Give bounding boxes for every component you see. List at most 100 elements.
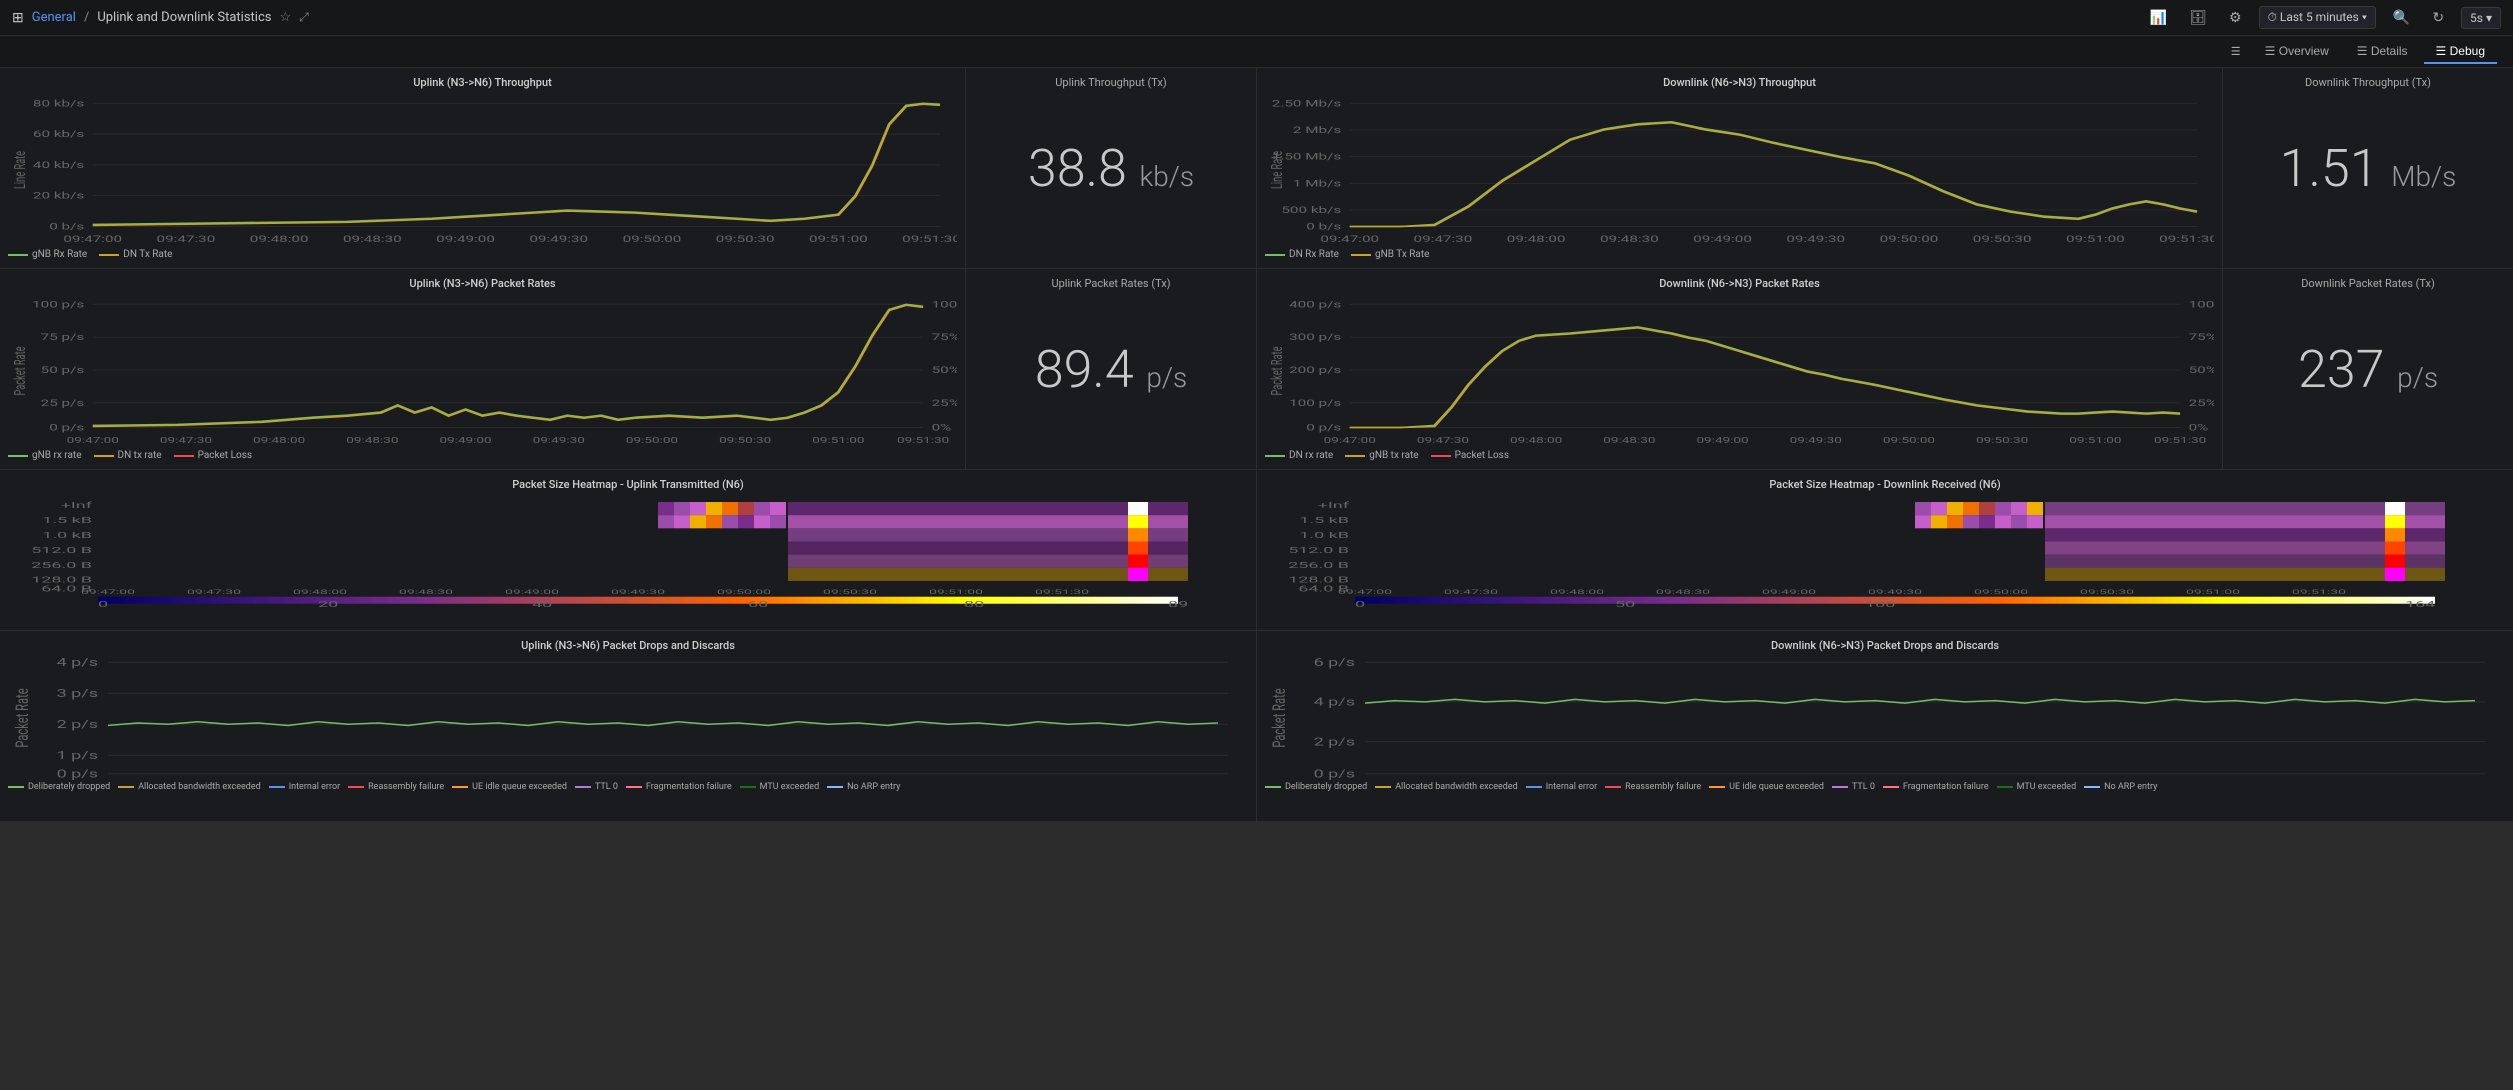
breadcrumb-general[interactable]: General [32, 10, 76, 25]
svg-text:Packet Rate: Packet Rate [12, 346, 30, 395]
tab-details[interactable]: ☰ Details [2345, 40, 2420, 64]
svg-text:1 p/s: 1 p/s [57, 748, 98, 761]
tab-overview[interactable]: ☰ Overview [2253, 40, 2341, 64]
svg-text:50 p/s: 50 p/s [41, 365, 85, 376]
svg-text:+Inf: +Inf [1318, 501, 1349, 510]
time-range-selector[interactable]: ⏱ Last 5 minutes ▾ [2259, 6, 2376, 29]
downlink-packet-stat-panel: Downlink Packet Rates (Tx) 237 p/s [2223, 269, 2513, 469]
svg-text:09:48:30: 09:48:30 [346, 436, 398, 446]
svg-text:09:50:00: 09:50:00 [837, 778, 891, 780]
svg-text:09:51:30: 09:51:30 [1035, 588, 1089, 595]
svg-text:09:49:30: 09:49:30 [1968, 778, 2022, 780]
uplink-drops-panel: Uplink (N3->N6) Packet Drops and Discard… [0, 631, 1256, 821]
refresh-icon-btn[interactable]: ↻ [2427, 7, 2449, 28]
svg-text:500 kb/s: 500 kb/s [1281, 205, 1341, 216]
svg-text:2 Mb/s: 2 Mb/s [1293, 125, 1341, 136]
clock-icon: ⏱ [2268, 10, 2277, 24]
uplink-throughput-legend: gNB Rx Rate DN Tx Rate [8, 249, 957, 260]
uplink-drops-svg: 4 p/s 3 p/s 2 p/s 1 p/s 0 p/s Packet Rat… [8, 656, 1248, 780]
svg-text:09:48:30: 09:48:30 [399, 588, 453, 595]
uplink-packet-rates-panel: Uplink (N3->N6) Packet Rates 100 p/s 75 … [0, 269, 965, 469]
downlink-throughput-legend: DN Rx Rate gNB Tx Rate [1265, 249, 2214, 260]
svg-text:09:47:30: 09:47:30 [1444, 588, 1498, 595]
svg-text:100: 100 [1865, 600, 1896, 609]
svg-text:09:50:30: 09:50:30 [716, 234, 775, 245]
uplink-throughput-title-small: Uplink Throughput (Tx) [966, 76, 1256, 89]
svg-text:09:50:00: 09:50:00 [2094, 778, 2148, 780]
svg-text:300 p/s: 300 p/s [1289, 332, 1341, 343]
svg-text:09:47:30: 09:47:30 [160, 436, 212, 446]
legend-dn-tx-rate: DN tx rate [94, 450, 162, 461]
svg-text:09:47:30: 09:47:30 [1414, 234, 1473, 245]
search-icon-btn[interactable]: 🔍 [2388, 7, 2415, 28]
svg-text:100%: 100% [932, 299, 957, 310]
svg-text:0%: 0% [2189, 422, 2209, 433]
svg-text:09:49:00: 09:49:00 [1762, 588, 1816, 595]
svg-text:256.0 B: 256.0 B [1288, 561, 1349, 570]
tab-debug[interactable]: ☰ Debug [2424, 40, 2497, 64]
svg-text:09:47:00: 09:47:00 [1338, 778, 1392, 780]
svg-text:09:47:00: 09:47:00 [67, 436, 119, 446]
chart-icon-btn[interactable]: 📊 [2145, 7, 2172, 28]
legend-frag-up: Fragmentation failure [626, 782, 732, 792]
svg-text:75 p/s: 75 p/s [41, 332, 85, 343]
svg-text:1.0 kB: 1.0 kB [42, 531, 92, 540]
svg-text:09:51:00: 09:51:00 [2066, 234, 2125, 245]
legend-deliberately-dropped-dn: Deliberately dropped [1265, 782, 1367, 792]
svg-text:40 kb/s: 40 kb/s [33, 160, 84, 171]
downlink-packet-svg: 400 p/s 300 p/s 200 p/s 100 p/s 0 p/s 10… [1265, 294, 2214, 448]
legend-gnb-tx-rate: gNB tx rate [1345, 450, 1418, 461]
chevron-down-icon: ▾ [2362, 10, 2367, 24]
svg-text:20 kb/s: 20 kb/s [33, 191, 84, 202]
star-icon[interactable]: ☆ [279, 10, 291, 25]
legend-ue-idle-dn: UE idle queue exceeded [1709, 782, 1824, 792]
svg-text:400 p/s: 400 p/s [1289, 299, 1341, 310]
svg-text:09:47:00: 09:47:00 [1320, 234, 1379, 245]
overview-icon: ☰ [2265, 44, 2276, 58]
svg-text:4 p/s: 4 p/s [1314, 695, 1355, 708]
svg-text:Packet Rate: Packet Rate [1269, 346, 1287, 395]
legend-internal-error-up: Internal error [269, 782, 340, 792]
legend-dn-rx: DN Rx Rate [1265, 249, 1339, 260]
settings-icon-btn[interactable]: ⚙ [2224, 7, 2247, 28]
legend-packet-loss-dn: Packet Loss [1431, 450, 1509, 461]
breadcrumb-page: Uplink and Downlink Statistics [97, 10, 271, 25]
svg-text:60 kb/s: 60 kb/s [33, 129, 84, 140]
svg-text:09:51:30: 09:51:30 [897, 436, 949, 446]
svg-text:09:49:00: 09:49:00 [1842, 778, 1896, 780]
legend-internal-error-dn: Internal error [1526, 782, 1597, 792]
svg-text:09:47:00: 09:47:00 [81, 778, 135, 780]
downlink-drops-panel: Downlink (N6->N3) Packet Drops and Disca… [1257, 631, 2513, 821]
svg-text:09:49:00: 09:49:00 [1693, 234, 1752, 245]
refresh-interval-selector[interactable]: 5s ▾ [2461, 7, 2501, 29]
downlink-drops-title: Downlink (N6->N3) Packet Drops and Disca… [1265, 639, 2505, 652]
svg-text:0 b/s: 0 b/s [49, 221, 84, 232]
svg-text:0: 0 [1355, 600, 1365, 609]
uplink-packet-stat-panel: Uplink Packet Rates (Tx) 89.4 p/s [966, 269, 1256, 469]
svg-text:09:48:30: 09:48:30 [1656, 588, 1710, 595]
svg-text:2 p/s: 2 p/s [1314, 735, 1355, 748]
svg-text:0 p/s: 0 p/s [49, 422, 84, 433]
svg-text:09:49:30: 09:49:30 [1786, 234, 1845, 245]
svg-text:512.0 B: 512.0 B [1288, 546, 1349, 555]
svg-text:128.0 B: 128.0 B [1288, 576, 1349, 585]
svg-text:09:51:30: 09:51:30 [902, 234, 957, 245]
share-icon[interactable]: ⤢ [299, 10, 309, 25]
svg-text:09:48:00: 09:48:00 [253, 436, 305, 446]
downlink-packet-stat-title: Downlink Packet Rates (Tx) [2223, 277, 2513, 290]
svg-text:1.5 kB: 1.5 kB [42, 516, 92, 525]
svg-text:Line Rate: Line Rate [12, 151, 30, 189]
svg-text:09:50:30: 09:50:30 [719, 436, 771, 446]
svg-text:89: 89 [1168, 600, 1188, 609]
downlink-heatmap-svg: +Inf 1.5 kB 1.0 kB 512.0 B 256.0 B 128.0… [1265, 495, 2505, 609]
svg-text:09:51:00: 09:51:00 [1089, 778, 1143, 780]
uplink-packet-stat-title: Uplink Packet Rates (Tx) [966, 277, 1256, 290]
uplink-throughput-chart: 80 kb/s 60 kb/s 40 kb/s 20 kb/s 0 b/s Li… [8, 93, 957, 247]
downlink-packet-value: 237 p/s [2298, 339, 2438, 400]
svg-text:75%: 75% [932, 332, 957, 343]
deliberately-dropped-label: Deliberately dropped [28, 782, 110, 792]
db-icon-btn[interactable]: 🗄 [2184, 7, 2212, 28]
uplink-heatmap-panel: Packet Size Heatmap - Uplink Transmitted… [0, 470, 1256, 630]
svg-text:100 p/s: 100 p/s [1289, 398, 1341, 409]
svg-text:09:49:00: 09:49:00 [436, 234, 495, 245]
